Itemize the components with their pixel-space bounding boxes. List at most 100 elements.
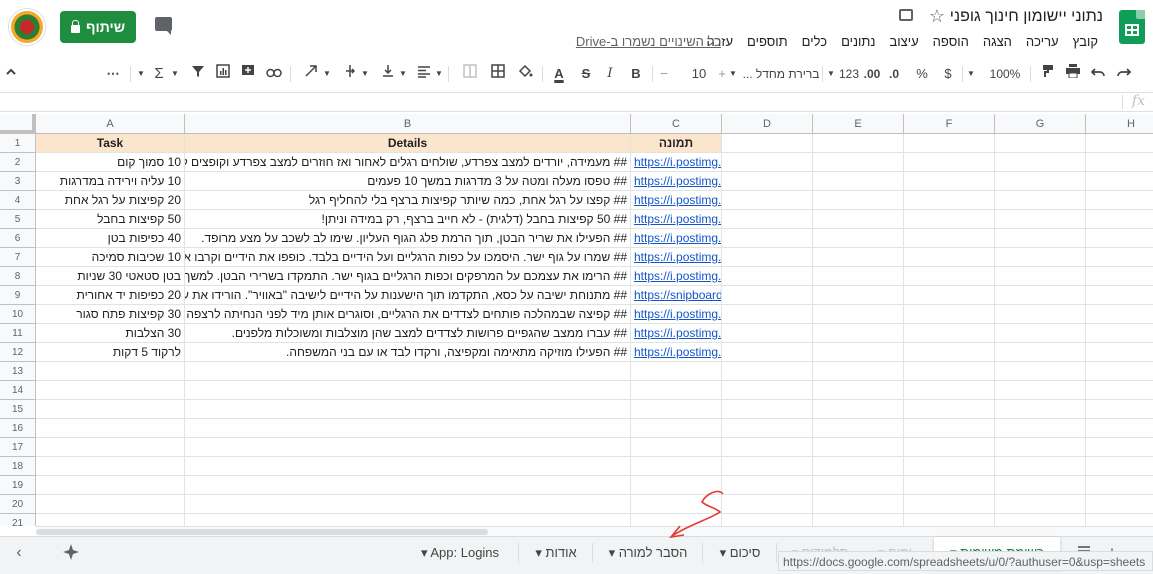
empty-cell[interactable] — [36, 514, 185, 526]
empty-cell[interactable] — [722, 248, 813, 267]
details-cell[interactable]: ## קפצו על רגל אחת, כמה שיותר קפיצות ברצ… — [185, 191, 631, 210]
empty-cell[interactable] — [995, 134, 1086, 153]
empty-cell[interactable] — [995, 172, 1086, 191]
empty-cell[interactable] — [904, 153, 995, 172]
share-button[interactable]: שיתוף — [60, 11, 136, 43]
chevron-down-icon[interactable]: ▼ — [966, 60, 976, 88]
row-header[interactable]: 10 — [0, 305, 36, 324]
avatar[interactable] — [9, 9, 45, 45]
menu-insert[interactable]: הוספה — [926, 34, 976, 49]
move-to-folder-icon[interactable] — [899, 9, 913, 21]
empty-cell[interactable] — [36, 476, 185, 495]
task-cell[interactable]: 20 קפיצות על רגל אחת — [36, 191, 185, 210]
empty-cell[interactable] — [1086, 400, 1153, 419]
print-icon[interactable] — [1062, 60, 1084, 88]
row-header[interactable]: 7 — [0, 248, 36, 267]
empty-cell[interactable] — [995, 153, 1086, 172]
empty-cell[interactable] — [631, 419, 722, 438]
empty-cell[interactable] — [995, 324, 1086, 343]
empty-cell[interactable] — [722, 514, 813, 526]
empty-cell[interactable] — [1086, 229, 1153, 248]
explore-icon[interactable] — [57, 540, 85, 564]
empty-cell[interactable] — [904, 134, 995, 153]
row-header[interactable]: 5 — [0, 210, 36, 229]
empty-cell[interactable] — [1086, 362, 1153, 381]
empty-cell[interactable] — [813, 457, 904, 476]
zoom-select[interactable]: 100% — [988, 60, 1022, 88]
empty-cell[interactable] — [813, 153, 904, 172]
empty-cell[interactable] — [1086, 134, 1153, 153]
redo-icon[interactable] — [1114, 60, 1134, 88]
image-link-cell[interactable]: https://i.postimg.cc — [631, 324, 722, 343]
empty-cell[interactable] — [1086, 324, 1153, 343]
menu-data[interactable]: נתונים — [834, 34, 882, 49]
empty-cell[interactable] — [904, 324, 995, 343]
chevron-down-icon[interactable]: ▼ — [398, 60, 408, 88]
empty-cell[interactable] — [1086, 438, 1153, 457]
empty-cell[interactable] — [185, 514, 631, 526]
empty-cell[interactable] — [904, 343, 995, 362]
menu-view[interactable]: הצגה — [976, 34, 1019, 49]
filter-icon[interactable] — [188, 60, 208, 88]
empty-cell[interactable] — [904, 495, 995, 514]
column-header-b[interactable]: B — [185, 114, 631, 134]
empty-cell[interactable] — [722, 267, 813, 286]
empty-cell[interactable] — [722, 343, 813, 362]
image-link-cell[interactable]: https://i.postimg.cc — [631, 191, 722, 210]
empty-cell[interactable] — [904, 381, 995, 400]
italic-icon[interactable]: I — [600, 60, 620, 88]
empty-cell[interactable] — [813, 172, 904, 191]
empty-cell[interactable] — [904, 191, 995, 210]
empty-cell[interactable] — [36, 438, 185, 457]
paint-format-icon[interactable] — [1038, 60, 1058, 88]
details-cell[interactable]: ## הפעילו את שריר הבטן, תוך הרמת פלג הגו… — [185, 229, 631, 248]
image-link-cell[interactable]: https://i.postimg.cc — [631, 229, 722, 248]
empty-cell[interactable] — [995, 457, 1086, 476]
empty-cell[interactable] — [904, 172, 995, 191]
empty-cell[interactable] — [904, 400, 995, 419]
empty-cell[interactable] — [904, 438, 995, 457]
task-cell[interactable]: 20 כפיפות יד אחורית — [36, 286, 185, 305]
empty-cell[interactable] — [995, 476, 1086, 495]
image-link-cell[interactable]: https://i.postimg.cc — [631, 153, 722, 172]
task-cell[interactable]: 30 קפיצות פתח סגור — [36, 305, 185, 324]
row-header[interactable]: 9 — [0, 286, 36, 305]
row-header[interactable]: 13 — [0, 362, 36, 381]
text-color-icon[interactable]: A — [548, 60, 570, 88]
task-cell[interactable]: 50 קפיצות בחבל — [36, 210, 185, 229]
star-icon[interactable]: ☆ — [929, 6, 945, 27]
chevron-right-icon[interactable]: › — [4, 537, 34, 569]
empty-cell[interactable] — [904, 362, 995, 381]
empty-cell[interactable] — [813, 286, 904, 305]
empty-cell[interactable] — [722, 400, 813, 419]
image-link-cell[interactable]: https://snipboard.io — [631, 286, 722, 305]
details-cell[interactable]: ## עברו ממצב שהגפיים פרושות לצדדים למצב … — [185, 324, 631, 343]
row-header[interactable]: 19 — [0, 476, 36, 495]
empty-cell[interactable] — [813, 419, 904, 438]
details-cell[interactable]: ## מעמידה, יורדים למצב צפרדע, שולחים רגל… — [185, 153, 631, 172]
link-icon[interactable] — [263, 60, 285, 88]
empty-cell[interactable] — [722, 438, 813, 457]
task-cell[interactable]: 30 הצלבות — [36, 324, 185, 343]
row-header[interactable]: 4 — [0, 191, 36, 210]
empty-cell[interactable] — [722, 210, 813, 229]
empty-cell[interactable] — [904, 457, 995, 476]
image-link-cell[interactable]: https://i.postimg.cc — [631, 210, 722, 229]
row-header[interactable]: 17 — [0, 438, 36, 457]
empty-cell[interactable] — [1086, 191, 1153, 210]
column-header-h[interactable]: H — [1086, 114, 1153, 134]
task-cell[interactable]: 10 עליה וירידה במדרגות — [36, 172, 185, 191]
currency-format-button[interactable]: $ — [940, 60, 956, 88]
text-direction-icon[interactable] — [340, 60, 360, 88]
vertical-align-icon[interactable] — [378, 60, 398, 88]
empty-cell[interactable] — [995, 419, 1086, 438]
empty-cell[interactable] — [722, 229, 813, 248]
task-cell[interactable]: 10 סמוך קום — [36, 153, 185, 172]
empty-cell[interactable] — [904, 210, 995, 229]
row-header[interactable]: 11 — [0, 324, 36, 343]
empty-cell[interactable] — [813, 495, 904, 514]
image-link-cell[interactable]: https://i.postimg.cc — [631, 343, 722, 362]
empty-cell[interactable] — [1086, 267, 1153, 286]
details-cell[interactable]: ## הפעילו מוזיקה מתאימה ומקפיצה, ורקדו ל… — [185, 343, 631, 362]
empty-cell[interactable] — [722, 286, 813, 305]
